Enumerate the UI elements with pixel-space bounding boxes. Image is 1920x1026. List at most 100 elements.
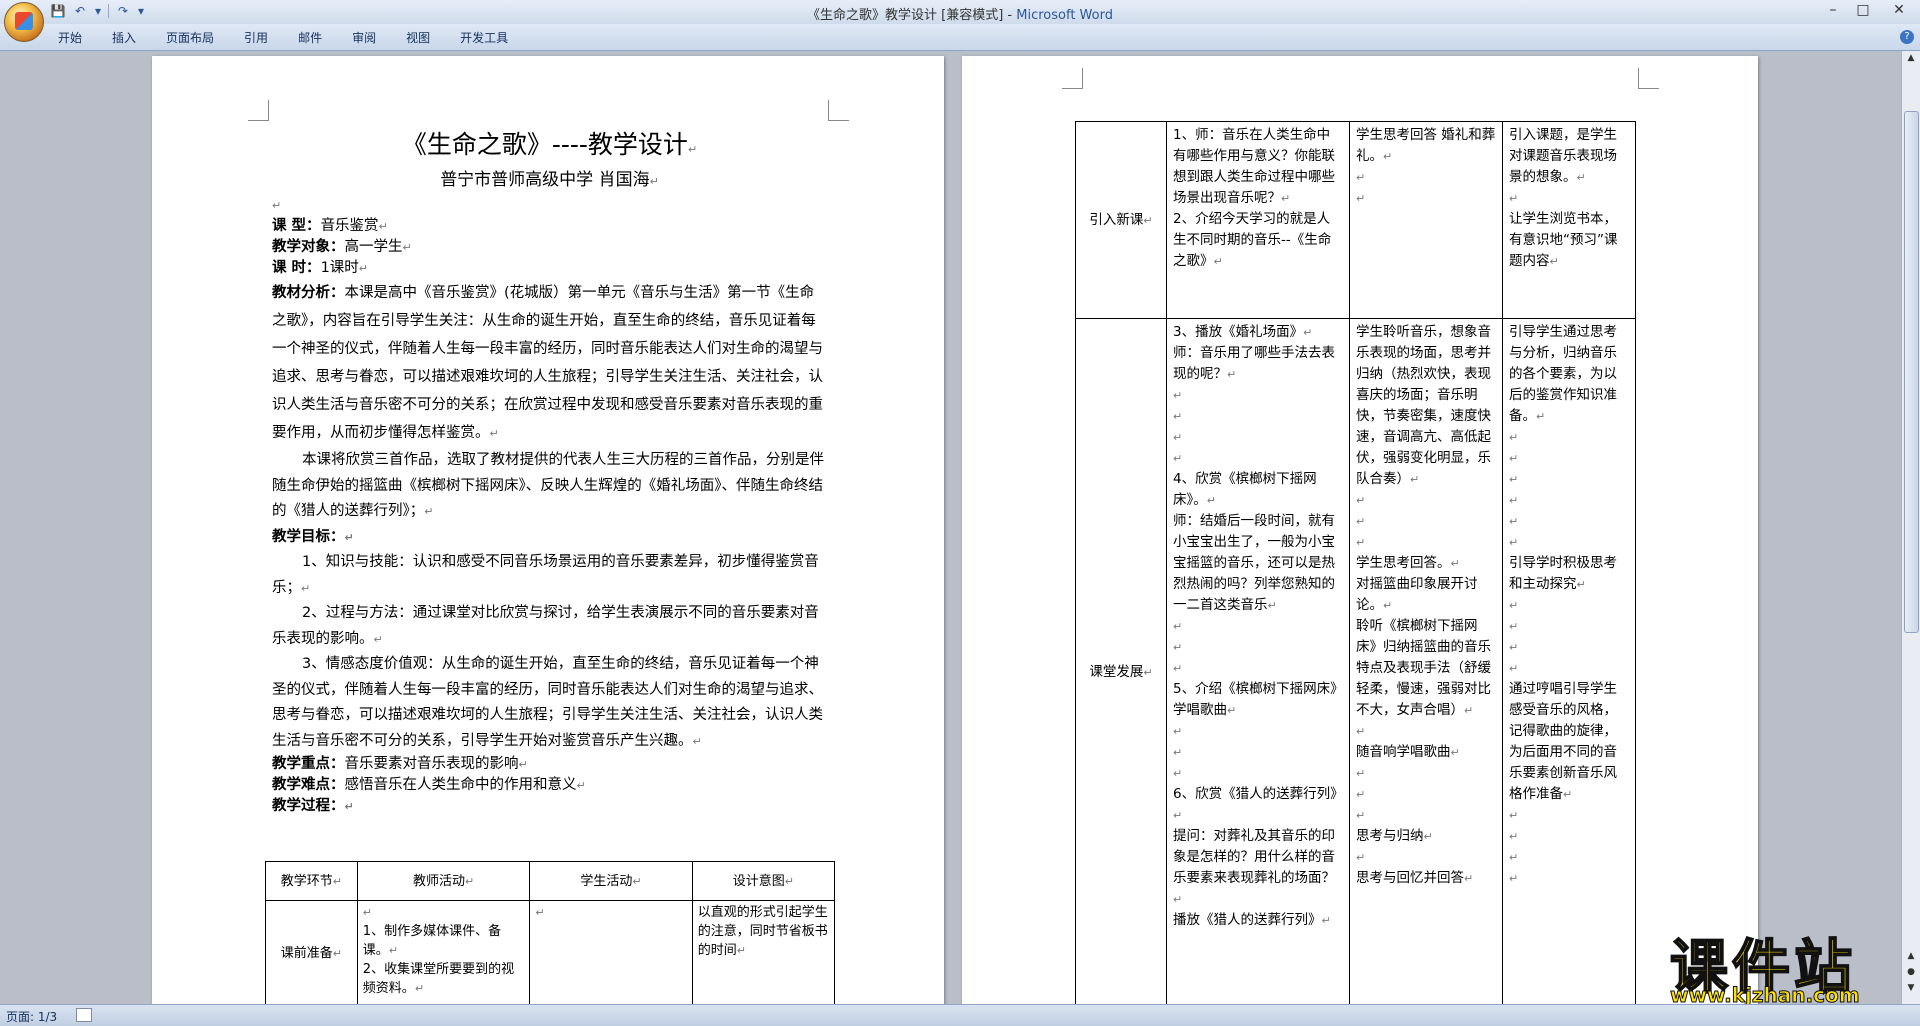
- minimize-icon[interactable]: –: [1818, 0, 1848, 22]
- goal-2: 2、过程与方法：通过课堂对比欣赏与探讨，给学生表演展示不同的音乐要素对音乐表现的…: [272, 605, 819, 647]
- title-bar: 💾 ↶ ▾ ↷ ▾ 《生命之歌》教学设计 [兼容模式] - Microsoft …: [0, 0, 1920, 24]
- document-title: 《生命之歌》教学设计 [兼容模式] -: [807, 8, 1017, 23]
- tab-developer[interactable]: 开发工具: [460, 29, 508, 46]
- header-cell: 教学环节↵: [265, 861, 358, 901]
- window-controls: – □ ✕: [1818, 0, 1920, 22]
- student-item: 学生思考回答 婚礼和葬礼。: [1356, 127, 1496, 164]
- difficulty-line: 教学难点：感悟音乐在人类生命中的作用和意义↵: [272, 777, 586, 793]
- intent-text: 以直观的形式引起学生的注意，同时节省板书的时间: [697, 905, 828, 958]
- header-student: 学生活动: [580, 873, 633, 889]
- process-heading: 教学过程：↵: [272, 798, 354, 814]
- teacher-cell: 1、师：音乐在人类生命中有哪些作用与意义？你能联想到跟人类生命过程中哪些场景出现…: [1166, 121, 1350, 319]
- teacher-item: 2、收集课堂所要要到的视频资料。: [362, 962, 515, 996]
- vertical-scrollbar[interactable]: ▲ ▲ ● ▼: [1901, 51, 1920, 1004]
- key-value: 音乐要素对音乐表现的影响: [344, 756, 519, 772]
- student-item: 思考与回忆并回答: [1356, 870, 1464, 886]
- student-item: 学生聆听音乐，想象音乐表现的场面，思考并归纳（热烈欢快，表现喜庆的场面；音乐明快…: [1356, 324, 1491, 487]
- office-logo-icon: [15, 12, 33, 30]
- crop-mark: [828, 100, 849, 121]
- teacher-cell: ↵ 1、制作多媒体课件、备课。↵ 2、收集课堂所要要到的视频资料。↵: [356, 900, 531, 1006]
- page-1-content: 《生命之歌》----教学设计↵ 普宁市普师高级中学 肖国海↵ ↵ 课 型：音乐鉴…: [272, 124, 827, 817]
- tab-home[interactable]: 开始: [58, 29, 82, 46]
- course-type-line: 课 型：音乐鉴赏↵: [272, 218, 388, 234]
- ribbon-tabs: 开始 插入 页面布局 引用 邮件 审阅 视图 开发工具: [58, 29, 538, 46]
- crop-mark: [1062, 68, 1083, 89]
- proofing-icon[interactable]: [76, 1008, 92, 1022]
- tab-insert[interactable]: 插入: [112, 29, 136, 46]
- stage-cell: 课前准备↵: [265, 900, 358, 1006]
- intent-item: 引导学时积极思考和主动探究: [1509, 555, 1617, 592]
- teacher-cell: 3、播放《婚礼场面》↵ 师：音乐用了哪些手法去表现的呢？↵ ↵ ↵ ↵ ↵ 4、欣赏《…: [1166, 318, 1350, 1026]
- process-table-continued: 引入新课↵ 1、师：音乐在人类生命中有哪些作用与意义？你能联想到跟人类生命过程中…: [1075, 121, 1636, 1026]
- header-stage: 教学环节: [280, 873, 333, 889]
- office-button[interactable]: [4, 2, 44, 42]
- page-2[interactable]: 引入新课↵ 1、师：音乐在人类生命中有哪些作用与意义？你能联想到跟人类生命过程中…: [962, 56, 1758, 1026]
- student-item: 学生思考回答。: [1356, 555, 1451, 571]
- header-cell: 学生活动↵: [529, 861, 693, 901]
- heading-text: 《生命之歌》----教学设计: [401, 130, 688, 159]
- teacher-item: 4、欣赏《槟榔树下摇网床》。: [1173, 471, 1317, 508]
- stage-cell: 引入新课↵: [1075, 121, 1167, 319]
- process-label: 教学过程：: [272, 798, 345, 814]
- stage-text: 课前准备: [280, 945, 333, 961]
- app-name: Microsoft Word: [1016, 8, 1113, 23]
- close-icon[interactable]: ✕: [1878, 0, 1920, 22]
- header-cell: 教师活动↵: [356, 861, 531, 901]
- maximize-icon[interactable]: □: [1848, 0, 1878, 22]
- student-item: 聆听《槟榔树下摇网床》归纳摇篮曲的音乐特点及表现手法（舒缓轻柔，慢速，强弱对比不…: [1356, 618, 1491, 718]
- analysis-label: 教材分析：: [272, 285, 345, 301]
- tab-references[interactable]: 引用: [244, 29, 268, 46]
- author-text: 普宁市普师高级中学 肖国海: [440, 170, 650, 190]
- help-icon[interactable]: ?: [1900, 30, 1914, 44]
- works-paragraph: 本课将欣赏三首作品，选取了教材提供的代表人生三大历程的三首作品，分别是伴随生命伊…: [272, 452, 824, 519]
- works-text: 本课将欣赏三首作品，选取了教材提供的代表人生三大历程的三首作品，分别是伴随生命伊…: [272, 452, 824, 519]
- scroll-up-icon[interactable]: ▲: [1905, 53, 1917, 65]
- analysis-paragraph: 教材分析：本课是高中《音乐鉴赏》(花城版）第一单元《音乐与生活》第一节《生命之歌…: [272, 285, 823, 441]
- header-teacher: 教师活动: [412, 873, 465, 889]
- hours-label: 课 时：: [272, 260, 321, 276]
- tab-review[interactable]: 审阅: [352, 29, 376, 46]
- teacher-item: 6、欣赏《猎人的送葬行列》: [1173, 786, 1344, 802]
- course-type-value: 音乐鉴赏: [320, 218, 379, 234]
- student-item: 对摇篮曲印象展开讨论。: [1356, 576, 1478, 613]
- teacher-item: 5、介绍《槟榔树下摇网床》学唱歌曲: [1173, 681, 1337, 718]
- teacher-item: 2、介绍今天学习的就是人生不同时期的音乐--《生命之歌》: [1173, 211, 1332, 269]
- student-cell: 学生思考回答 婚礼和葬礼。↵ ↵ ↵: [1349, 121, 1503, 319]
- audience-line: 教学对象：高一学生↵: [272, 239, 412, 255]
- key-label: 教学重点：: [272, 756, 345, 772]
- goal-1: 1、知识与技能：认识和感受不同音乐场景运用的音乐要素差异，初步懂得鉴赏音乐；↵: [272, 554, 819, 596]
- intent-item: 通过哼唱引导学生感受音乐的风格，记得歌曲的旋律，为后面用不同的音乐要素创新音乐风…: [1509, 681, 1617, 802]
- tab-view[interactable]: 视图: [406, 29, 430, 46]
- stage-cell: 课堂发展↵: [1075, 318, 1167, 1026]
- crop-mark: [1638, 68, 1659, 89]
- tab-page-layout[interactable]: 页面布局: [166, 29, 214, 46]
- intent-cell: 以直观的形式引起学生的注意，同时节省板书的时间↵: [691, 900, 836, 1006]
- intent-item: 引入课题，是学生对课题音乐表现场景的想象。: [1509, 127, 1617, 185]
- table-header-row: 教学环节↵ 教师活动↵ 学生活动↵ 设计意图↵: [265, 861, 836, 901]
- page-1[interactable]: 《生命之歌》----教学设计↵ 普宁市普师高级中学 肖国海↵ ↵ 课 型：音乐鉴…: [152, 56, 944, 1016]
- key-point-line: 教学重点：音乐要素对音乐表现的影响↵: [272, 756, 528, 772]
- table-row: 课前准备↵ ↵ 1、制作多媒体课件、备课。↵ 2、收集课堂所要要到的视频资料。↵ ↵…: [265, 900, 836, 1006]
- status-bar: 页面: 1/3: [0, 1004, 1920, 1026]
- header-cell: 设计意图↵: [691, 861, 836, 901]
- student-item: 随音响学唱歌曲: [1356, 744, 1451, 760]
- teacher-item: 1、师：音乐在人类生命中有哪些作用与意义？你能联想到跟人类生命过程中哪些场景出现…: [1173, 127, 1335, 206]
- tab-mailings[interactable]: 邮件: [298, 29, 322, 46]
- hours-value: 1课时: [320, 260, 359, 276]
- goals-label: 教学目标：: [272, 528, 345, 545]
- student-item: 思考与归纳: [1356, 828, 1424, 844]
- goals-heading: 教学目标：↵: [272, 528, 354, 545]
- course-type-label: 课 型：: [272, 218, 321, 234]
- audience-label: 教学对象：: [272, 239, 345, 255]
- page-indicator[interactable]: 页面: 1/3: [6, 1008, 57, 1025]
- student-cell: ↵: [529, 900, 693, 1006]
- hours-line: 课 时：1课时↵: [272, 260, 369, 276]
- document-heading: 《生命之歌》----教学设计↵: [401, 130, 698, 159]
- window-title: 《生命之歌》教学设计 [兼容模式] - Microsoft Word: [0, 4, 1920, 23]
- intent-item: 让学生浏览书本，有意识地“预习”课题内容: [1509, 211, 1618, 269]
- goal-2-text: 2、过程与方法：通过课堂对比欣赏与探讨，给学生表演展示不同的音乐要素对音乐表现的…: [272, 605, 819, 647]
- intent-cell: 引导学生通过思考与分析，归纳音乐的各个要素，为以后的鉴赏作知识准备。↵ ↵ ↵ ↵ ↵…: [1502, 318, 1636, 1026]
- intent-item: 引导学生通过思考与分析，归纳音乐的各个要素，为以后的鉴赏作知识准备。: [1509, 324, 1617, 424]
- scrollbar-thumb[interactable]: [1904, 111, 1919, 633]
- site-watermark: 课件站 www.kjzhan.com: [1669, 920, 1920, 1010]
